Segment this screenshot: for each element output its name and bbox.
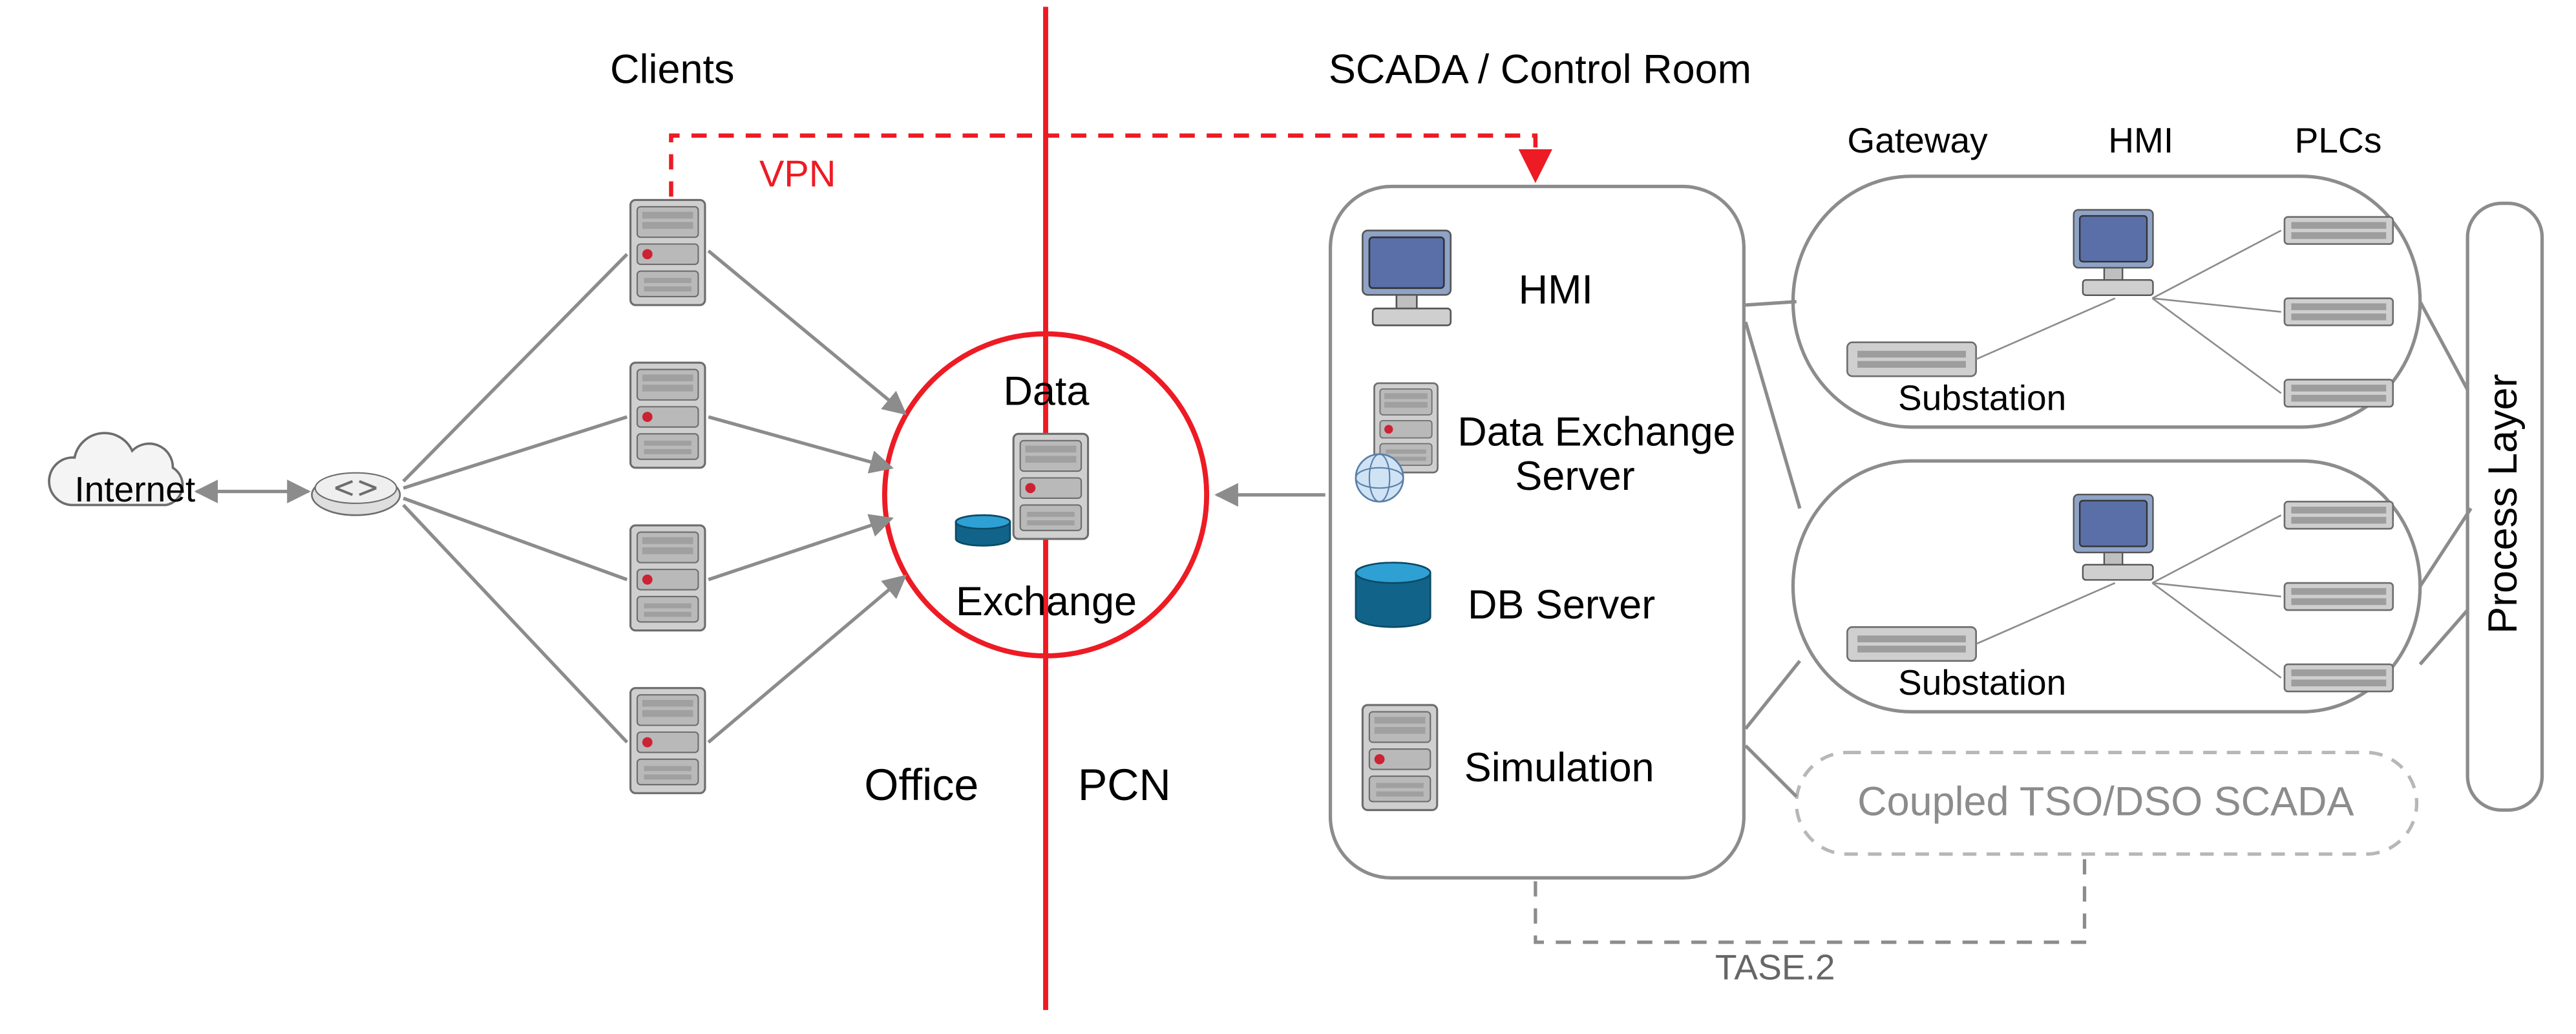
scada-hmi-icon (1362, 231, 1450, 326)
label-dxs2: Server (1515, 454, 1634, 501)
client-server-2-icon (631, 363, 705, 468)
substation-1-group (1793, 176, 2420, 427)
label-clients: Clients (610, 47, 734, 94)
label-scada-room: SCADA / Control Room (1329, 47, 1751, 94)
client-server-1-icon (631, 200, 705, 305)
label-pcn: PCN (1078, 759, 1171, 812)
label-hmi: HMI (1519, 268, 1593, 315)
client-server-4-icon (631, 688, 705, 794)
substation-2-group (1793, 461, 2420, 712)
diagram-canvas: Clients SCADA / Control Room Gateway HMI… (0, 0, 2576, 1034)
label-internet: Internet (74, 471, 195, 512)
label-process-layer: Process Layer (2481, 374, 2528, 633)
label-gateway: Gateway (1847, 122, 1987, 163)
label-coupled: Coupled TSO/DSO SCADA (1857, 779, 2354, 827)
label-tase2: TASE.2 (1715, 949, 1835, 990)
label-vpn: VPN (759, 153, 836, 196)
scada-db-icon (1356, 563, 1430, 628)
label-substation2: Substation (1898, 664, 2066, 705)
data-exchange-server-icon (1013, 434, 1088, 539)
label-exchange: Exchange (956, 580, 1137, 627)
router-icon (312, 473, 400, 516)
tase2-link (1536, 858, 2085, 942)
label-plcs: PLCs (2295, 122, 2382, 163)
data-exchange-disk-icon (956, 515, 1010, 545)
label-data: Data (1003, 370, 1089, 417)
label-substation1: Substation (1898, 379, 2066, 420)
label-hmi-col: HMI (2108, 122, 2173, 163)
label-office: Office (864, 759, 978, 812)
label-dxs1: Data Exchange (1457, 410, 1735, 458)
label-simulation: Simulation (1464, 746, 1654, 793)
label-db-server: DB Server (1468, 583, 1655, 630)
client-server-3-icon (631, 525, 705, 631)
scada-sim-server-icon (1362, 705, 1437, 810)
scada-dxs-globe-icon (1356, 454, 1403, 501)
